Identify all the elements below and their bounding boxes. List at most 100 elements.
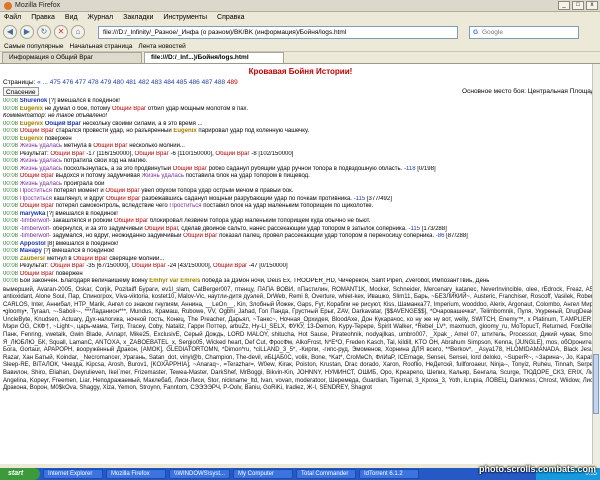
- battle-location: Основное место боя: Центральная Площадь: [462, 88, 598, 95]
- taskbar-item-firefox[interactable]: Mozilla Firefox: [106, 469, 166, 479]
- minimize-button[interactable]: _: [558, 1, 570, 10]
- taskbar-item-commander[interactable]: Total Commander: [296, 469, 356, 479]
- log-text: -115: [353, 195, 366, 202]
- reload-icon[interactable]: ↻: [37, 25, 51, 39]
- log-text: Общий Враг: [50, 150, 85, 157]
- log-line: 00:08 -timberwolf- обернулся, и за это з…: [3, 226, 598, 234]
- current-page: 489: [226, 79, 238, 86]
- log-time: 00:08: [3, 158, 20, 164]
- log-time: 00:08: [3, 248, 20, 254]
- tab-enemy-info[interactable]: Информация о Общий Враг: [2, 52, 142, 63]
- log-text: метнула в: [62, 143, 94, 149]
- stop-icon[interactable]: ✕: [54, 25, 68, 39]
- log-text: потерял самоконтроль, вследствие чего: [53, 203, 170, 209]
- log-time: 00:08: [3, 240, 20, 247]
- log-time: 00:08: [3, 203, 20, 209]
- log-line: 00:08 Проститься кашлянул, и вдруг Общий…: [3, 196, 598, 204]
- log-line: 00:08 Zaubersr метнул в Общий Враг сверя…: [3, 256, 598, 264]
- log-text: [87/288]: [444, 233, 468, 239]
- forward-icon[interactable]: ▶: [20, 25, 34, 39]
- log-text: [377/492]: [365, 195, 392, 202]
- log-line: Комментатор: не такое объявлено!: [3, 113, 598, 121]
- log-text: робко саданул рубящий удар ручной топора…: [206, 165, 405, 172]
- log-time: 00:08: [3, 150, 20, 157]
- menu-history[interactable]: Журнал: [88, 14, 114, 21]
- log-line: 00:08 Жизнь удалась проиграла бой: [3, 181, 598, 189]
- home-icon[interactable]: ⌂: [71, 25, 85, 39]
- pagination: Страницы: « ... 475 476 477 478 479 480 …: [3, 78, 598, 87]
- scrollbar-thumb[interactable]: [593, 354, 599, 414]
- log-time: 00:08: [3, 105, 20, 112]
- log-text: Eugenix: [19, 135, 44, 142]
- log-text: Проститься: [19, 195, 52, 202]
- log-text: блокировал лезвием топора удар маленьким…: [148, 218, 371, 224]
- menu-file[interactable]: Файл: [4, 14, 21, 21]
- log-text: потерял момент и: [51, 188, 106, 194]
- rules-button[interactable]: Спасение: [3, 87, 39, 96]
- bookmark-start-page[interactable]: Начальная страница: [70, 43, 133, 50]
- log-text: Общий Враг: [19, 270, 54, 277]
- log-line: 00:08 Appostol [8] вмешался в поединок!: [3, 241, 598, 249]
- taskbar-item-computer[interactable]: My Computer: [233, 469, 293, 479]
- log-text: -timberwolf-: [19, 233, 52, 239]
- log-text: повержен: [53, 270, 83, 277]
- log-text: задумался, но вдруг, неожиданно задумчив…: [51, 233, 184, 239]
- log-text: разбежавшись саданул мощный разрубающий …: [140, 195, 354, 202]
- log-text: Бой закончен. Благодаря величайшему воин…: [19, 278, 150, 284]
- log-text: -118: [404, 165, 416, 172]
- bookmarks-toolbar: Самые популярные Начальная страница Лент…: [0, 42, 600, 52]
- log-text: Жизнь удалась: [19, 165, 63, 172]
- log-text: Eugenix: [19, 120, 44, 127]
- log-text: потратила свой ход на магию.: [62, 158, 148, 164]
- log-line: 00:08 Eugenix повержен: [3, 136, 598, 144]
- log-text: Общий Враг: [131, 263, 166, 269]
- log-text: Общий Враг: [50, 263, 85, 269]
- log-text: парировал удар под коленную чашечку.: [196, 128, 310, 134]
- taskbar-item-windows[interactable]: \\WINDOWS\syst...: [169, 469, 230, 479]
- log-text: -115: [408, 225, 421, 232]
- log-line: 00:08 marywka [?] вмешался в поединок!: [3, 211, 598, 219]
- tab-logs[interactable]: file:///D:/_Inf...)/Бойня/logs.html: [144, 52, 284, 63]
- log-text: Общий Враг: [19, 173, 54, 179]
- log-text: показал палец, провел рассекающий удар т…: [217, 233, 436, 239]
- page-title: Кровавая Бойня Истории!: [248, 67, 353, 76]
- log-line: 00:08 Жизнь удалась потратила свой ход н…: [3, 158, 598, 166]
- log-time: 00:08: [3, 270, 20, 277]
- back-icon[interactable]: ◀: [3, 25, 17, 39]
- menu-tools[interactable]: Инструменты: [163, 14, 207, 21]
- search-input[interactable]: Google: [469, 25, 579, 39]
- menu-help[interactable]: Справка: [217, 14, 244, 21]
- log-text: сверящие молнии...: [107, 255, 165, 262]
- log-text: Общий Враг: [106, 195, 141, 202]
- log-text: Appostol: [19, 240, 46, 247]
- bookmark-news-feed[interactable]: Лента новостей: [138, 43, 185, 50]
- log-text: -47 [0/150000]: [247, 263, 288, 269]
- menu-edit[interactable]: Правка: [31, 14, 55, 21]
- log-time: 00:08: [3, 188, 20, 194]
- log-time: 00:08: [3, 210, 20, 217]
- log-text: победа за Дэмон ночи, Deus Ex, TROOPER_H…: [200, 278, 490, 284]
- log-time: 00:08: [3, 218, 20, 224]
- log-time: 00:08: [3, 128, 20, 134]
- log-text: поставила блок на удар топором в пищевод…: [183, 173, 310, 179]
- log-text: метнул в: [45, 255, 74, 262]
- log-text: [?] вмешался в поединок!: [47, 98, 120, 104]
- log-text: [173/288]: [420, 225, 447, 232]
- maximize-button[interactable]: □: [572, 1, 584, 10]
- bookmark-most-visited[interactable]: Самые популярные: [4, 43, 64, 50]
- log-text: -8 [102/150000]: [249, 150, 294, 157]
- menu-bookmarks[interactable]: Закладки: [123, 14, 153, 21]
- log-line: 00:08 Eugenix не думал о бое, потому Общ…: [3, 106, 598, 114]
- vertical-scrollbar[interactable]: [592, 64, 600, 464]
- log-text: Результат:: [19, 150, 51, 157]
- close-button[interactable]: x: [586, 1, 598, 10]
- start-button[interactable]: start: [0, 468, 40, 480]
- taskbar-item-ie[interactable]: Internet Explorer: [43, 469, 103, 479]
- url-input[interactable]: file:///D:/_Infinity/_Разное/_Инфа (о ра…: [98, 25, 458, 39]
- log-text: Общий Враг: [19, 128, 54, 134]
- window-titlebar: Mozilla Firefox _ □ x: [0, 0, 600, 12]
- taskbar-item-torrent[interactable]: IdTorrent 6.1.2: [359, 469, 419, 479]
- pages-list[interactable]: « ... 475 476 477 478 479 480 481 482 48…: [37, 79, 225, 86]
- menu-view[interactable]: Вид: [65, 14, 78, 21]
- log-text: marywka: [19, 210, 46, 217]
